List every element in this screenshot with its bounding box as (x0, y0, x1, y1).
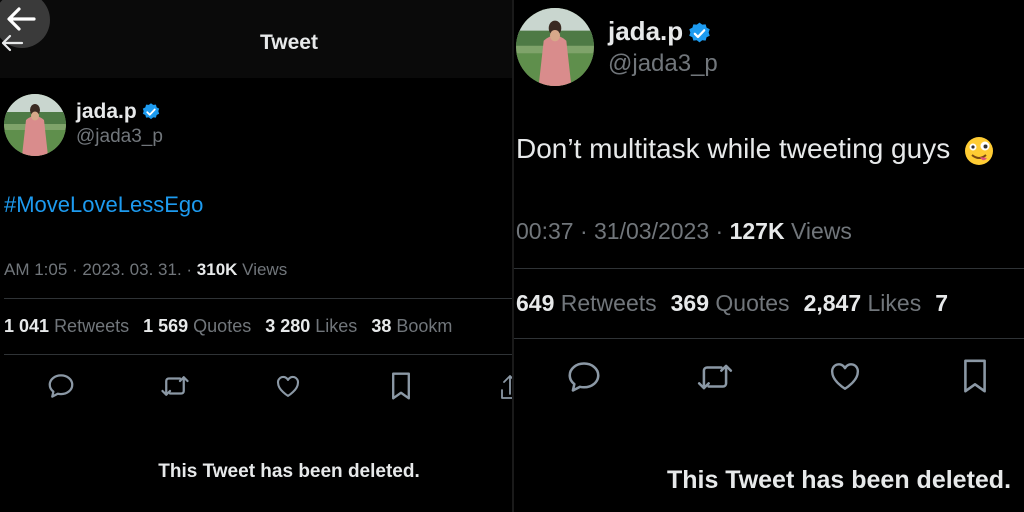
bookmarks-label: Bookm (396, 316, 453, 336)
retweets-stat[interactable]: 1 041 Retweets (4, 316, 129, 336)
tweet-time: 00:37 (516, 218, 574, 244)
author-name-text: jada.p (76, 100, 137, 123)
tweet-meta: AM 1:05 · 2023. 03. 31. · 310K Views (4, 260, 288, 279)
deleted-notice: This Tweet has been deleted. (666, 466, 1012, 494)
verified-badge-icon (142, 103, 159, 120)
quotes-count: 369 (670, 290, 710, 316)
avatar[interactable] (516, 8, 594, 86)
bookmark-icon[interactable] (959, 356, 991, 396)
reply-icon[interactable] (46, 371, 76, 401)
tweet-time: AM 1:05 (4, 260, 68, 279)
retweets-label: Retweets (54, 316, 130, 336)
author-handle[interactable]: @jada3_p (76, 126, 163, 148)
tweet-text-content: Don’t multitask while tweeting guys (516, 133, 951, 164)
tweet-meta: 00:37 · 31/03/2023 · 127K Views (516, 218, 852, 244)
page-title: Tweet (260, 31, 318, 54)
divider (514, 268, 1024, 269)
tweet-date[interactable]: 2023. 03. 31. (82, 260, 181, 279)
quotes-count: 1 569 (143, 316, 189, 336)
quotes-label: Quotes (715, 290, 790, 316)
tweet-text: Don’t multitask while tweeting guys (516, 133, 994, 166)
bookmark-icon[interactable] (388, 370, 414, 402)
divider (514, 338, 1024, 339)
left-tweet-screenshot: Tweet jada.p @jada3_p #MoveLoveLessEgo A… (0, 0, 512, 512)
retweet-icon[interactable] (695, 358, 735, 396)
views-label: Views (790, 218, 852, 244)
bookmarks-count: 38 (371, 316, 392, 336)
engagement-stats: 649 Retweets 369 Quotes 2,847 Likes 7 (516, 290, 962, 317)
views-count: 310K (196, 260, 238, 279)
right-tweet-screenshot: jada.p @jada3_p Don’t multitask while tw… (514, 0, 1024, 512)
tweet-date[interactable]: 31/03/2023 (594, 218, 709, 244)
divider (4, 298, 512, 299)
avatar-photo (4, 94, 66, 156)
deleted-notice: This Tweet has been deleted. (158, 461, 420, 482)
like-icon[interactable] (826, 358, 864, 394)
reply-icon[interactable] (565, 358, 603, 396)
verified-badge-icon (689, 22, 710, 42)
quotes-stat[interactable]: 369 Quotes (671, 290, 790, 316)
bookmarks-stat[interactable]: 38 Bookm (371, 316, 452, 336)
views-label: Views (242, 260, 288, 279)
emoji-icon (964, 136, 993, 165)
retweets-label: Retweets (560, 290, 657, 316)
author-name-text: jada.p (608, 16, 684, 46)
views-count: 127K (729, 218, 785, 244)
avatar-photo (516, 8, 594, 86)
divider (4, 354, 512, 355)
retweet-icon[interactable] (159, 371, 191, 401)
likes-count: 3 280 (265, 316, 311, 336)
likes-count: 2,847 (803, 290, 862, 316)
back-arrow-icon (7, 7, 36, 31)
like-icon[interactable] (273, 372, 303, 400)
engagement-stats: 1 041 Retweets 1 569 Quotes 3 280 Likes 38 … (4, 316, 466, 337)
bookmarks-stat[interactable]: 7 (935, 290, 948, 316)
retweets-count: 1 041 (4, 316, 50, 336)
hashtag-link[interactable]: #MoveLoveLessEgo (4, 192, 203, 218)
author-name[interactable]: jada.p (608, 16, 712, 47)
quotes-stat[interactable]: 1 569 Quotes (143, 316, 251, 336)
bookmarks-count: 7 (935, 290, 949, 316)
likes-label: Likes (867, 290, 922, 316)
retweets-stat[interactable]: 649 Retweets (516, 290, 657, 316)
author-handle[interactable]: @jada3_p (608, 50, 718, 78)
likes-stat[interactable]: 3 280 Likes (265, 316, 357, 336)
quotes-label: Quotes (193, 316, 252, 336)
likes-stat[interactable]: 2,847 Likes (804, 290, 922, 316)
share-icon[interactable] (500, 372, 512, 402)
avatar[interactable] (4, 94, 66, 156)
likes-label: Likes (315, 316, 358, 336)
retweets-count: 649 (516, 290, 555, 316)
tweet-header: Tweet (0, 0, 512, 78)
author-name[interactable]: jada.p (76, 100, 161, 124)
